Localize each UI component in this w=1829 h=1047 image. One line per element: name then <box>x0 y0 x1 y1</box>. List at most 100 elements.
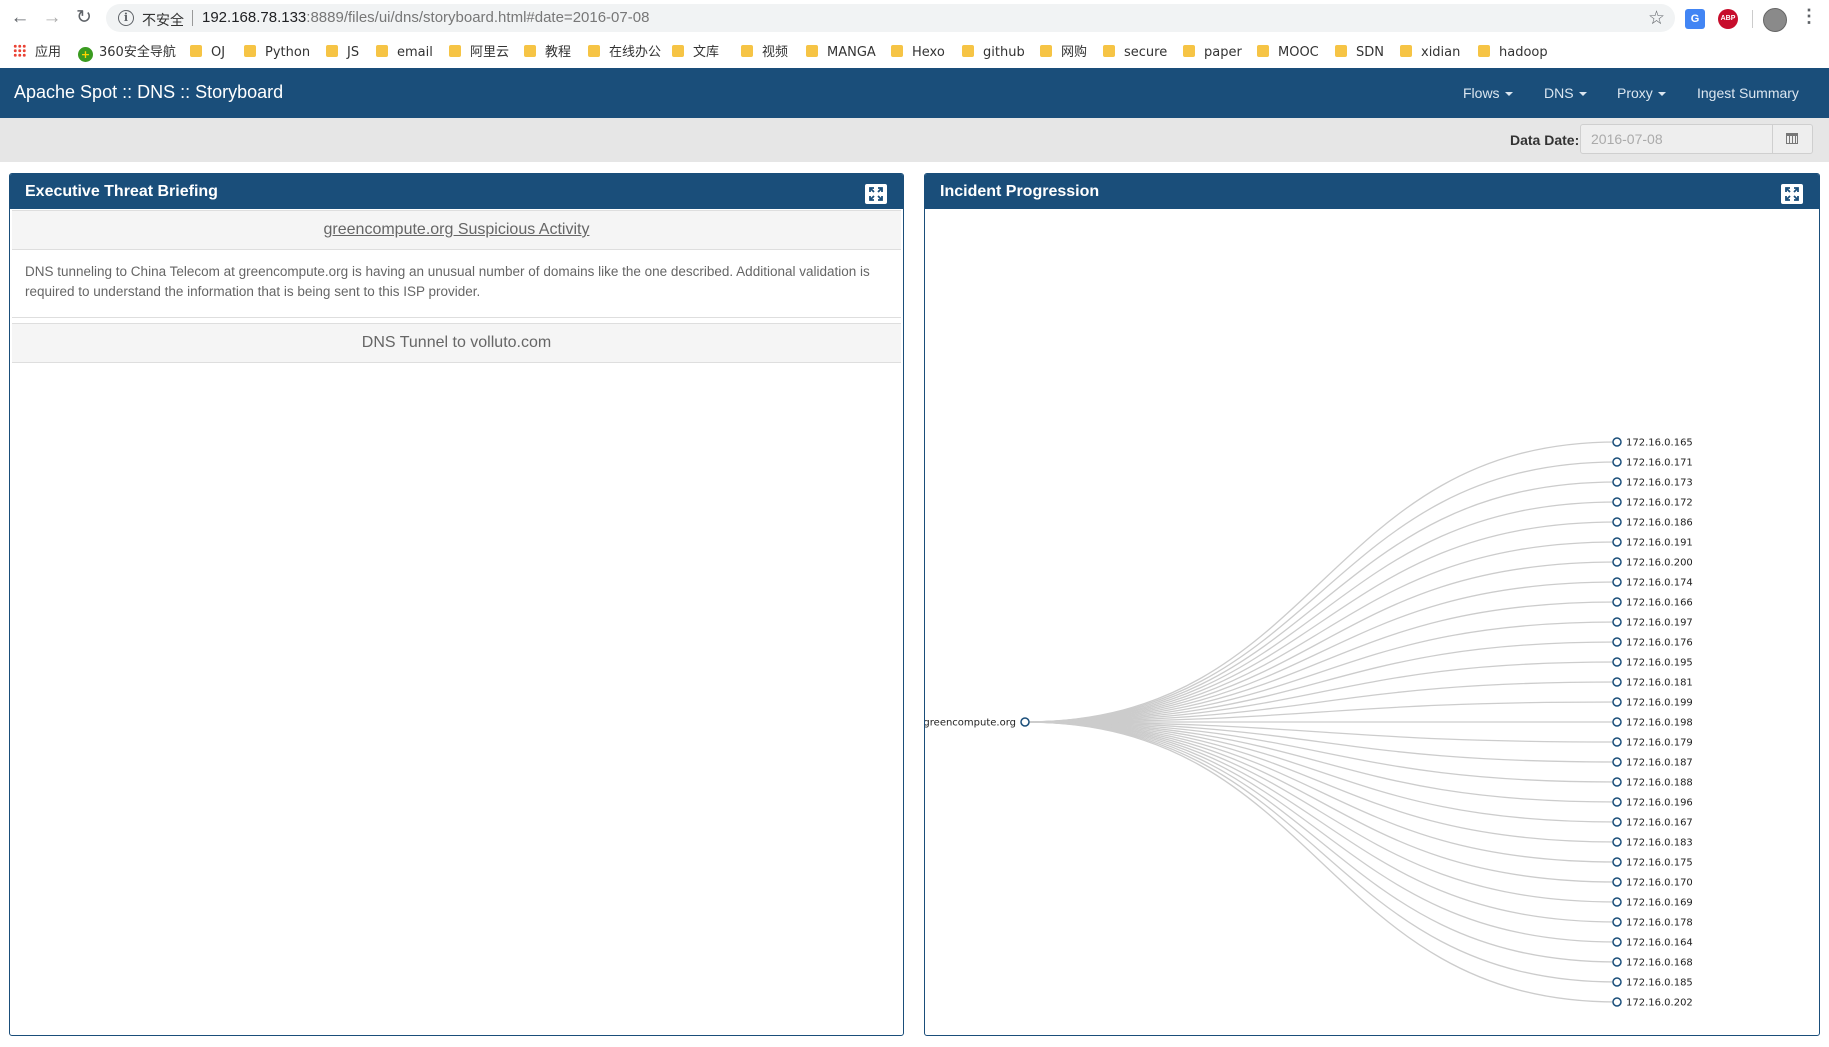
bookmark-label: 教程 <box>545 45 572 60</box>
back-icon[interactable]: ← <box>8 6 32 30</box>
translate-icon[interactable]: G <box>1685 9 1705 29</box>
tree-node[interactable] <box>1612 477 1622 487</box>
tree-node[interactable] <box>1612 517 1622 527</box>
info-icon[interactable]: i <box>118 10 134 26</box>
bookmark-oj[interactable]: OJ <box>190 44 225 62</box>
tree-node[interactable] <box>1612 757 1622 767</box>
tree-node-label: 172.16.0.196 <box>1626 798 1693 809</box>
bookmark-label: 视频 <box>762 45 789 60</box>
tree-node[interactable] <box>1612 617 1622 627</box>
tree-node[interactable] <box>1612 537 1622 547</box>
menu-icon[interactable]: ⋮ <box>1800 6 1818 27</box>
tree-node[interactable] <box>1612 457 1622 467</box>
caret-down-icon <box>1657 92 1666 96</box>
folder-icon <box>1183 45 1195 57</box>
star-icon[interactable]: ☆ <box>1648 7 1665 30</box>
tree-node[interactable] <box>1612 937 1622 947</box>
tree-node[interactable] <box>1612 577 1622 587</box>
bookmark-360安全导航[interactable]: +360安全导航 <box>78 44 176 62</box>
tree-node-label: 172.16.0.164 <box>1626 938 1693 949</box>
tree-link <box>1024 621 1618 723</box>
story-heading-volluto[interactable]: DNS Tunnel to volluto.com <box>12 323 901 363</box>
expand-button[interactable] <box>865 184 887 204</box>
tree-node-label: 172.16.0.198 <box>1626 718 1693 729</box>
bookmark-xidian[interactable]: xidian <box>1400 44 1460 62</box>
tree-node[interactable] <box>1612 737 1622 747</box>
date-picker-button[interactable] <box>1773 124 1813 154</box>
bookmark-hexo[interactable]: Hexo <box>891 44 945 62</box>
bookmark-label: OJ <box>211 45 226 60</box>
tree-node[interactable] <box>1612 677 1622 687</box>
reload-icon[interactable]: ↻ <box>72 6 96 30</box>
tree-node[interactable] <box>1612 957 1622 967</box>
tree-node[interactable] <box>1612 597 1622 607</box>
tree-node-label: 172.16.0.165 <box>1626 438 1693 449</box>
brand-title[interactable]: Apache Spot :: DNS :: Storyboard <box>14 82 283 103</box>
caret-down-icon <box>1578 92 1587 96</box>
tree-link <box>1024 721 1618 863</box>
tree-node-label: 172.16.0.181 <box>1626 678 1693 689</box>
tree-link <box>1024 721 1618 843</box>
tree-node[interactable] <box>1612 897 1622 907</box>
folder-icon <box>741 45 753 57</box>
tree-node[interactable] <box>1612 557 1622 567</box>
bookmark-视频[interactable]: 视频 <box>741 44 788 62</box>
bookmark-hadoop[interactable]: hadoop <box>1478 44 1548 62</box>
bookmark-在线办公[interactable]: 在线办公 <box>588 44 661 62</box>
forward-icon[interactable]: → <box>40 6 64 30</box>
tree-node-label: 172.16.0.202 <box>1626 998 1693 1009</box>
bookmark-github[interactable]: github <box>962 44 1025 62</box>
url-path: :8889/files/ui/dns/storyboard.html#date=… <box>306 9 650 26</box>
nav-flows[interactable]: Flows <box>1463 85 1513 101</box>
tree-node[interactable] <box>1612 917 1622 927</box>
tree-node[interactable] <box>1612 797 1622 807</box>
tree-node-label: 172.16.0.200 <box>1626 558 1693 569</box>
bookmark-sdn[interactable]: SDN <box>1335 44 1384 62</box>
bookmark-网购[interactable]: 网购 <box>1040 44 1087 62</box>
tree-node[interactable] <box>1612 717 1622 727</box>
bookmark-secure[interactable]: secure <box>1103 44 1167 62</box>
bookmark-教程[interactable]: 教程 <box>524 44 571 62</box>
bookmark-文库[interactable]: 文库 <box>672 44 719 62</box>
folder-icon <box>806 45 818 57</box>
bookmark-label: 网购 <box>1061 45 1088 60</box>
tree-node[interactable] <box>1612 857 1622 867</box>
bookmark-email[interactable]: email <box>376 44 433 62</box>
tree-node[interactable] <box>1612 637 1622 647</box>
bookmark-label: email <box>397 45 433 60</box>
story-heading-greencompute[interactable]: greencompute.org Suspicious Activity <box>12 210 901 250</box>
bookmark-js[interactable]: JS <box>326 44 359 62</box>
tree-node[interactable] <box>1612 877 1622 887</box>
url-text[interactable]: 192.168.78.133:8889/files/ui/dns/storybo… <box>202 9 649 26</box>
incident-tree: 172.16.0.165 172.16.0.171 172.16.0.173 172.… <box>925 437 1693 1009</box>
nav-proxy[interactable]: Proxy <box>1617 85 1666 101</box>
tree-node[interactable] <box>1612 977 1622 987</box>
tree-node[interactable] <box>1612 437 1622 447</box>
tree-node[interactable] <box>1612 697 1622 707</box>
bookmark-mooc[interactable]: MOOC <box>1257 44 1319 62</box>
tree-link <box>1024 641 1618 723</box>
address-bar[interactable]: i 不安全 192.168.78.133:8889/files/ui/dns/s… <box>106 4 1675 32</box>
tree-node[interactable] <box>1612 657 1622 667</box>
data-date-input[interactable] <box>1580 124 1773 154</box>
tree-node[interactable] <box>1612 817 1622 827</box>
expand-button[interactable] <box>1781 184 1803 204</box>
tree-node[interactable] <box>1612 837 1622 847</box>
bookmark-label: MANGA <box>827 45 876 60</box>
bookmark-manga[interactable]: MANGA <box>806 44 876 62</box>
bookmark-阿里云[interactable]: 阿里云 <box>449 44 509 62</box>
tree-link <box>1024 721 1618 823</box>
tree-node[interactable] <box>1612 497 1622 507</box>
adblock-icon[interactable]: ABP <box>1718 9 1738 29</box>
folder-icon <box>524 45 536 57</box>
profile-icon[interactable] <box>1763 8 1787 32</box>
nav-dns[interactable]: DNS <box>1544 85 1587 101</box>
tree-node-label: 172.16.0.169 <box>1626 898 1693 909</box>
tree-node[interactable] <box>1612 997 1622 1007</box>
tree-root-node[interactable] <box>1020 717 1030 727</box>
tree-node[interactable] <box>1612 777 1622 787</box>
bookmark-paper[interactable]: paper <box>1183 44 1242 62</box>
nav-ingest-summary[interactable]: Ingest Summary <box>1697 85 1799 101</box>
bookmark-python[interactable]: Python <box>244 44 310 62</box>
bookmark-应用[interactable]: 应用 <box>13 44 61 62</box>
